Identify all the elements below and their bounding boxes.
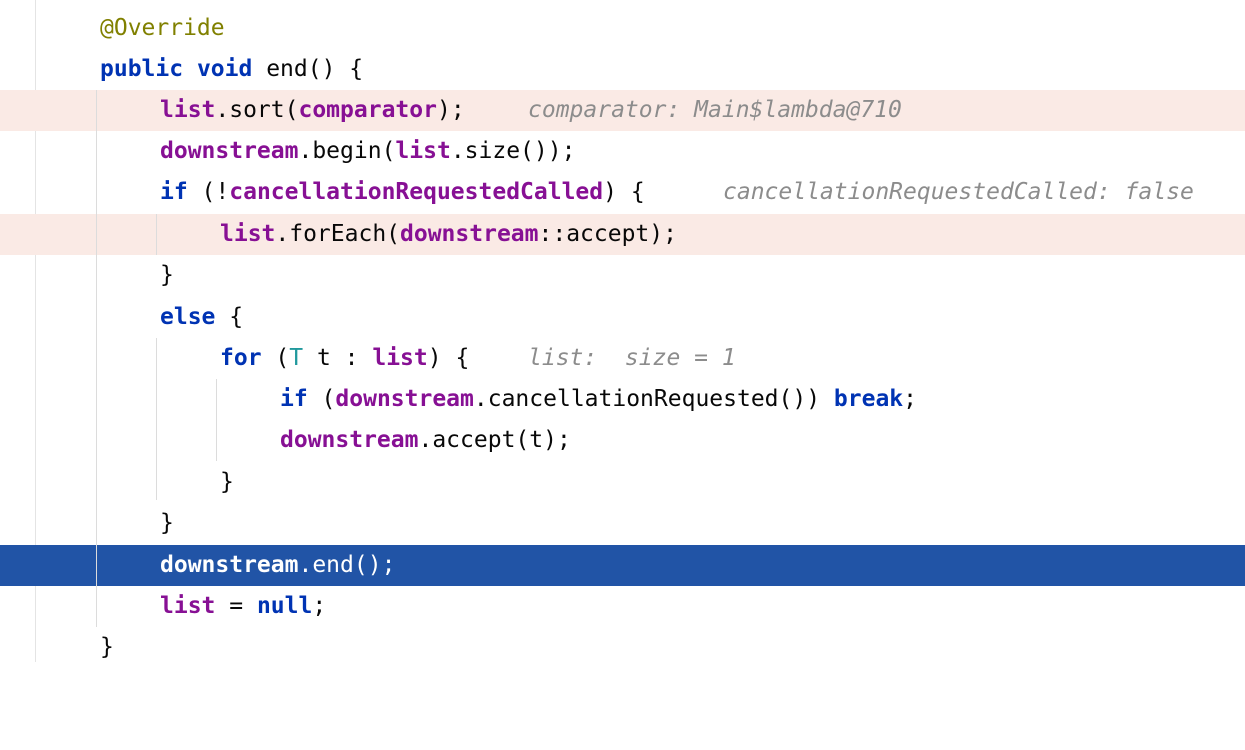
keyword-break: break	[833, 386, 904, 412]
inline-debug-value: list: size = 1	[528, 345, 736, 371]
code-line-8[interactable]: else {	[0, 297, 1245, 338]
method-signature: end() {	[252, 56, 364, 82]
indent-guide	[156, 338, 157, 500]
type-parameter: T	[289, 345, 304, 371]
field-downstream: downstream	[400, 221, 539, 247]
code-text: =	[215, 593, 257, 619]
keyword-void: void	[196, 56, 253, 82]
code-text: ;	[312, 593, 327, 619]
code-text: (	[307, 386, 336, 412]
field-list: list	[395, 138, 451, 164]
closing-brace: }	[160, 510, 174, 536]
code-line-7[interactable]: }	[0, 255, 1245, 296]
field-downstream: downstream	[280, 427, 419, 453]
inline-debug-value: cancellationRequestedCalled: false	[723, 179, 1194, 205]
code-line-10[interactable]: if (downstream.cancellationRequested()) …	[0, 379, 1245, 420]
code-line-5[interactable]: if (!cancellationRequestedCalled) { canc…	[0, 172, 1245, 213]
keyword-public: public	[100, 56, 184, 82]
code-line-11[interactable]: downstream.accept(t);	[0, 420, 1245, 461]
indent-guide	[96, 90, 97, 627]
field-downstream: downstream	[160, 552, 299, 578]
code-text: (!	[187, 179, 230, 205]
keyword-if: if	[280, 386, 308, 412]
code-text: t :	[303, 345, 373, 371]
code-text: .sort(	[215, 97, 299, 123]
code-editor[interactable]: @Override public void end() { list.sort(…	[0, 0, 1245, 662]
code-text: .accept(t);	[418, 427, 571, 453]
code-line-4[interactable]: downstream.begin(list.size());	[0, 131, 1245, 172]
annotation-override: @Override	[100, 15, 225, 41]
code-line-2[interactable]: public void end() {	[0, 49, 1245, 90]
indent-guide	[156, 214, 157, 255]
code-text: {	[215, 304, 244, 330]
field-list: list	[160, 97, 216, 123]
code-text: ::accept);	[538, 221, 677, 247]
code-text: ) {	[427, 345, 470, 371]
field-downstream: downstream	[160, 138, 299, 164]
closing-brace: }	[160, 262, 174, 288]
code-line-3[interactable]: list.sort(comparator); comparator: Main$…	[0, 90, 1245, 131]
code-text: .forEach(	[275, 221, 401, 247]
code-line-9[interactable]: for (T t : list) { list: size = 1	[0, 338, 1245, 379]
field-downstream: downstream	[335, 386, 474, 412]
inline-debug-value: comparator: Main$lambda@710	[528, 97, 902, 123]
indent-guide	[216, 379, 217, 461]
code-text: ;	[903, 386, 918, 412]
code-text: .size());	[450, 138, 576, 164]
code-line-1[interactable]: @Override	[0, 8, 1245, 49]
field-list: list	[220, 221, 276, 247]
keyword-null: null	[256, 593, 313, 619]
code-text: (	[261, 345, 290, 371]
code-line-13[interactable]: }	[0, 503, 1245, 544]
code-text: );	[436, 97, 465, 123]
field-list: list	[160, 593, 216, 619]
field-comparator: comparator	[298, 97, 437, 123]
code-text: .end();	[298, 552, 396, 578]
code-line-12[interactable]: }	[0, 462, 1245, 503]
code-line-15[interactable]: list = null;	[0, 586, 1245, 627]
keyword-for: for	[220, 345, 262, 371]
keyword-if: if	[160, 179, 188, 205]
code-text: .cancellationRequested())	[473, 386, 834, 412]
keyword-else: else	[160, 304, 216, 330]
field-cancellation-requested-called: cancellationRequestedCalled	[229, 179, 604, 205]
field-list: list	[372, 345, 428, 371]
code-text: ) {	[603, 179, 645, 205]
closing-brace: }	[220, 469, 234, 495]
code-line-14-current[interactable]: downstream.end();	[0, 545, 1245, 586]
code-text: .begin(	[298, 138, 396, 164]
code-line-6[interactable]: list.forEach(downstream::accept);	[0, 214, 1245, 255]
